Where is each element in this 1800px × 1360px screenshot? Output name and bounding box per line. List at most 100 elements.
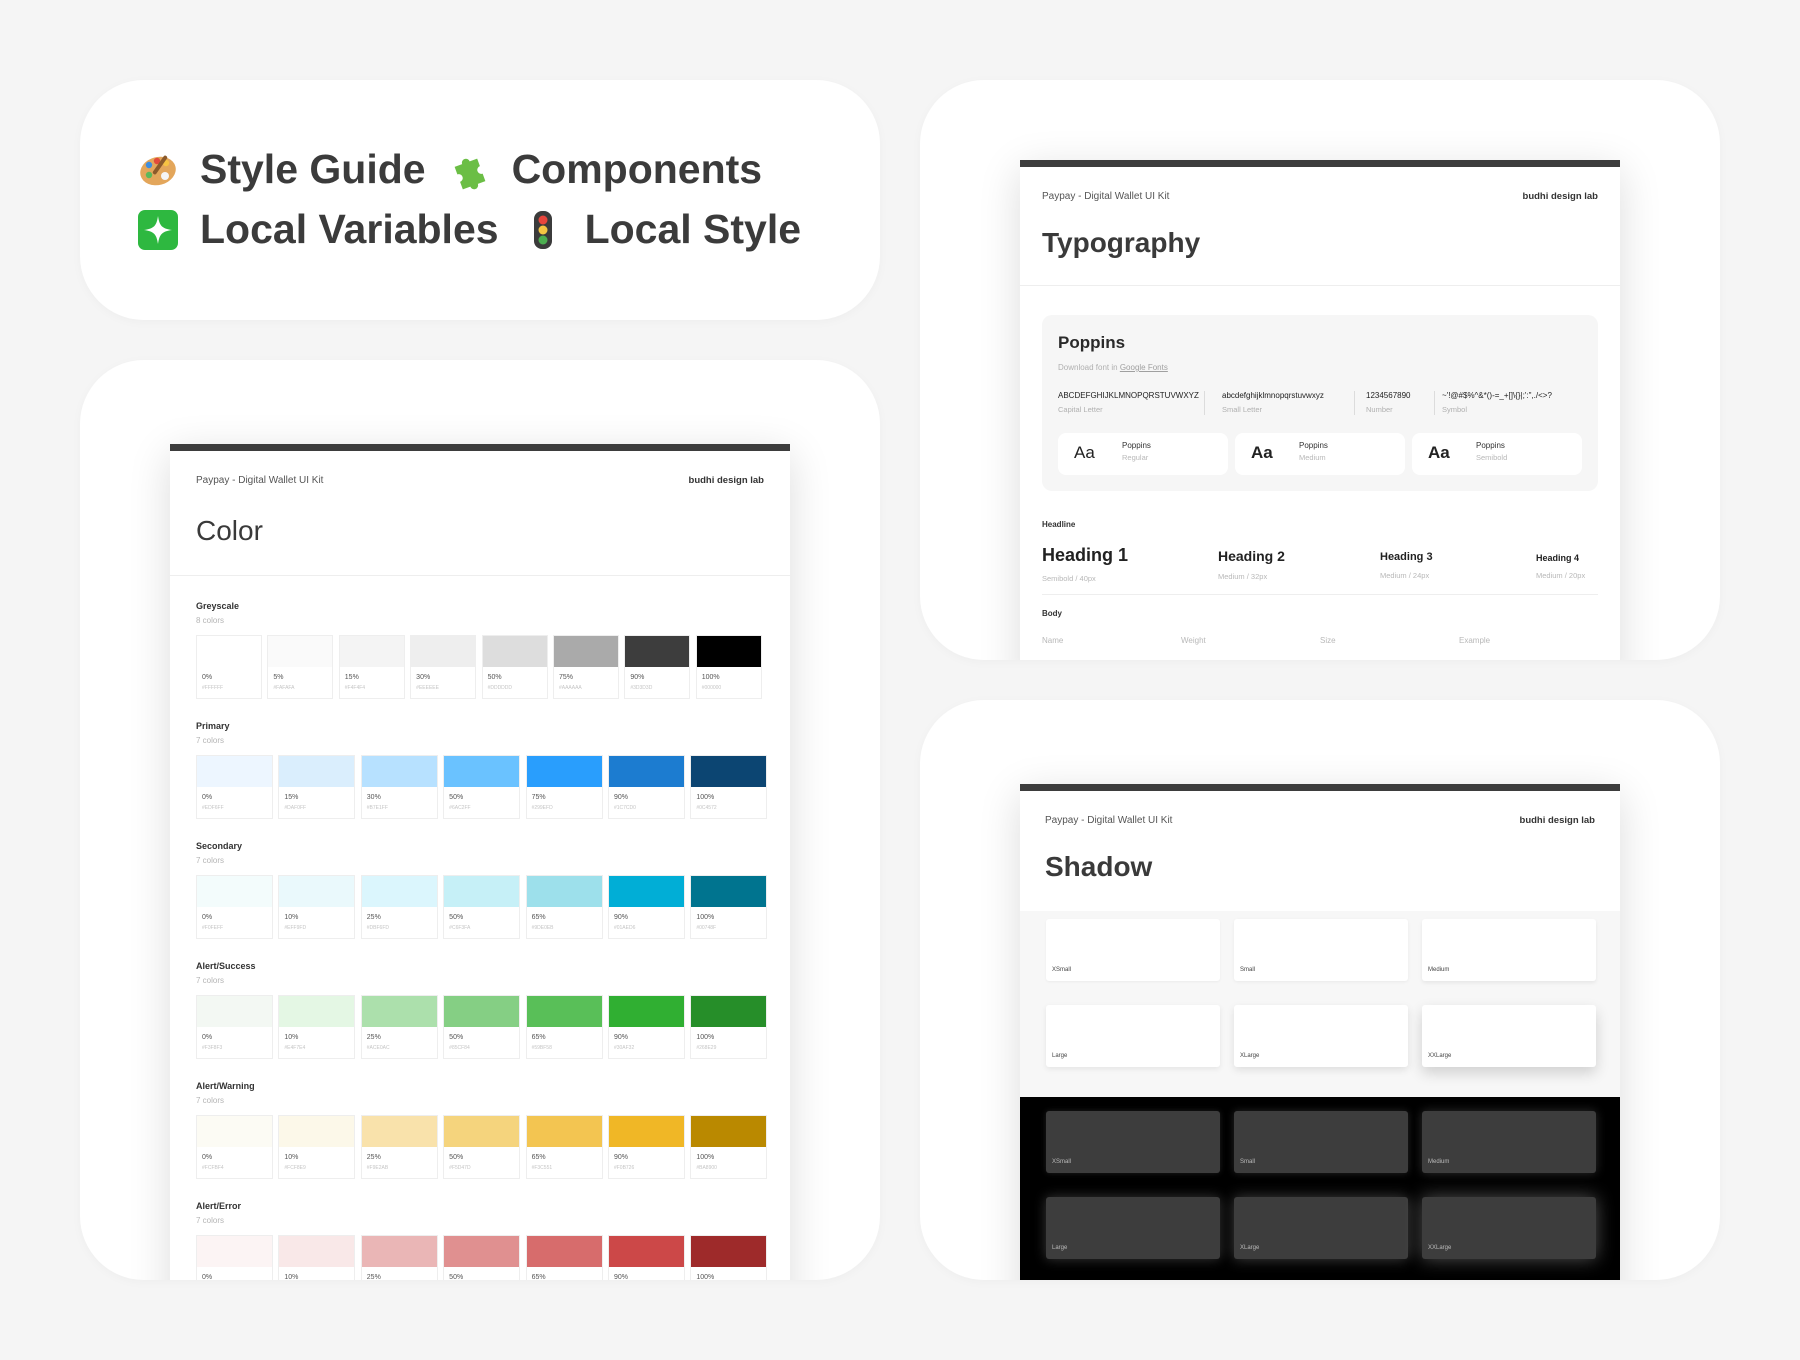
shadow-sample-box: XLarge <box>1234 1197 1408 1259</box>
charset-label: Symbol <box>1442 405 1468 414</box>
color-swatch[interactable]: 0% #FCFBF4 <box>196 1115 273 1179</box>
color-swatch[interactable]: 100% #000000 <box>695 635 762 699</box>
color-swatch[interactable]: 0% #FFFFFF <box>196 635 262 699</box>
color-group-name: Primary <box>196 721 230 731</box>
color-swatch[interactable]: 15% #DAF0FF <box>278 755 356 819</box>
swatch-percent: 100% <box>696 1034 715 1041</box>
swatch-chip <box>411 636 476 667</box>
color-swatch[interactable]: 10% #E4F7E4 <box>278 995 356 1059</box>
hero-row-1: Style Guide Components <box>138 146 786 193</box>
color-swatch[interactable]: 0% #F3F8F3 <box>196 995 273 1059</box>
color-swatch[interactable]: 10% #FCF8E9 <box>278 1115 356 1179</box>
color-group-name: Alert/Warning <box>196 1081 255 1091</box>
color-swatch[interactable]: 100% #BA8900 <box>690 1115 768 1179</box>
color-swatch[interactable]: 10% #EFF9FD <box>278 875 356 939</box>
color-swatch[interactable]: 0% <box>196 1235 273 1280</box>
color-swatch[interactable]: 100% <box>690 1235 768 1280</box>
color-swatch[interactable]: 0% #F0FEFF <box>196 875 273 939</box>
swatch-chip <box>361 876 437 907</box>
color-swatch[interactable]: 50% #C6F3FA <box>443 875 521 939</box>
swatch-hex: #DBF6FD <box>366 925 390 931</box>
swatch-chip <box>608 876 684 907</box>
color-swatch[interactable]: 100% #00748F <box>690 875 768 939</box>
swatch-percent: 100% <box>696 794 715 801</box>
color-swatch[interactable]: 50% #85CF84 <box>443 995 521 1059</box>
swatch-row: 0% #F0FEFF 10% #EFF9FD 25% #DBF6FD 50% #C6F3FA 6… <box>196 875 773 939</box>
swatch-hex: #FFFFFF <box>202 685 224 691</box>
swatch-chip <box>444 756 520 787</box>
font-name: Poppins <box>1058 333 1126 352</box>
swatch-percent: 25% <box>366 1274 381 1280</box>
shadow-doc-frame: Paypay - Digital Wallet UI Kit budhi des… <box>1020 784 1620 1280</box>
color-swatch[interactable]: 15% #F4F4F4 <box>338 635 405 699</box>
color-swatch[interactable]: 90% #3D3D3D <box>624 635 691 699</box>
swatch-percent: 50% <box>449 1034 464 1041</box>
color-swatch[interactable]: 65% #F3C551 <box>525 1115 603 1179</box>
swatch-percent: 65% <box>531 914 546 921</box>
swatch-chip <box>361 1236 437 1267</box>
color-group: Secondary 7 colors 0% #F0FEFF 10% #EFF9FD 25% #… <box>196 841 768 939</box>
swatch-percent: 75% <box>531 794 546 801</box>
color-swatch[interactable]: 10% <box>278 1235 356 1280</box>
weight-name: Regular <box>1122 453 1149 462</box>
color-swatch[interactable]: 50% <box>443 1235 521 1280</box>
color-swatch[interactable]: 65% <box>525 1235 603 1280</box>
color-swatch[interactable]: 25% <box>360 1235 438 1280</box>
hero-card: Style Guide Components Local Variables L… <box>80 80 880 320</box>
heading-text: Heading 4 <box>1536 553 1580 563</box>
local-variables-label: Local Variables <box>200 206 499 252</box>
color-swatch[interactable]: 100% #268E29 <box>690 995 768 1059</box>
swatch-hex: #01AED6 <box>613 925 636 931</box>
local-style-label: Local Style <box>584 206 802 252</box>
color-swatch[interactable]: 65% #59BF58 <box>525 995 603 1059</box>
color-swatch[interactable]: 100% #0C4572 <box>690 755 768 819</box>
shadow-sample-label: Small <box>1240 967 1256 973</box>
color-swatch[interactable]: 25% #DBF6FD <box>360 875 438 939</box>
heading-meta: Semibold / 40px <box>1042 574 1096 583</box>
swatch-hex: #F9E2AB <box>366 1165 389 1171</box>
color-swatch[interactable]: 75% #AAAAAA <box>552 635 619 699</box>
swatch-percent: 50% <box>449 1154 464 1161</box>
color-swatch[interactable]: 90% #F0B726 <box>607 1115 685 1179</box>
color-swatch[interactable]: 50% #F5D47D <box>443 1115 521 1179</box>
font-family-box: Poppins Download font in Google Fonts AB… <box>1042 315 1598 491</box>
color-swatch[interactable]: 90% #01AED6 <box>607 875 685 939</box>
color-swatch[interactable]: 25% #F9E2AB <box>360 1115 438 1179</box>
color-swatch[interactable]: 0% #EDF6FF <box>196 755 273 819</box>
color-swatch[interactable]: 50% #6AC2FF <box>443 755 521 819</box>
swatch-chip <box>279 1116 355 1147</box>
traffic-light-icon <box>523 210 563 250</box>
color-swatch[interactable]: 65% #9DE0EB <box>525 875 603 939</box>
swatch-percent: 50% <box>449 914 464 921</box>
color-swatch[interactable]: 30% #EEEEEE <box>410 635 477 699</box>
swatch-percent: 90% <box>613 794 628 801</box>
swatch-percent: 25% <box>366 1034 381 1041</box>
color-swatch[interactable]: 25% #ACE0AC <box>360 995 438 1059</box>
color-swatch[interactable]: 30% #B7E1FF <box>360 755 438 819</box>
body-column-example: Example <box>1459 636 1491 645</box>
heading-2-sample: Heading 2 Medium / 32px <box>1218 548 1285 581</box>
swatch-percent: 75% <box>558 674 573 681</box>
body-column-name: Name <box>1042 636 1064 645</box>
shadow-sample-label: XSmall <box>1052 1159 1072 1165</box>
google-fonts-link[interactable]: Google Fonts <box>1120 363 1168 372</box>
swatch-chip <box>553 636 618 667</box>
color-swatch[interactable]: 5% #FAFAFA <box>267 635 334 699</box>
swatch-hex: #30AF32 <box>613 1045 635 1051</box>
swatch-percent: 50% <box>449 794 464 801</box>
color-swatch[interactable]: 90% <box>607 1235 685 1280</box>
weight-sample: Aa <box>1428 443 1450 462</box>
color-swatch[interactable]: 50% #DDDDDD <box>481 635 548 699</box>
swatch-percent: 30% <box>366 794 381 801</box>
download-prefix: Download font in <box>1058 363 1120 372</box>
swatch-chip <box>339 636 404 667</box>
color-swatch[interactable]: 90% #1C7CD0 <box>607 755 685 819</box>
header-divider <box>1020 285 1620 286</box>
swatch-chip <box>691 1236 767 1267</box>
swatch-chip <box>197 1236 272 1267</box>
color-group-count: 7 colors <box>196 736 225 745</box>
color-swatch[interactable]: 90% #30AF32 <box>607 995 685 1059</box>
swatch-hex: #FCFBF4 <box>202 1165 224 1171</box>
kit-name: Paypay - Digital Wallet UI Kit <box>196 475 324 486</box>
color-swatch[interactable]: 75% #299EFD <box>525 755 603 819</box>
